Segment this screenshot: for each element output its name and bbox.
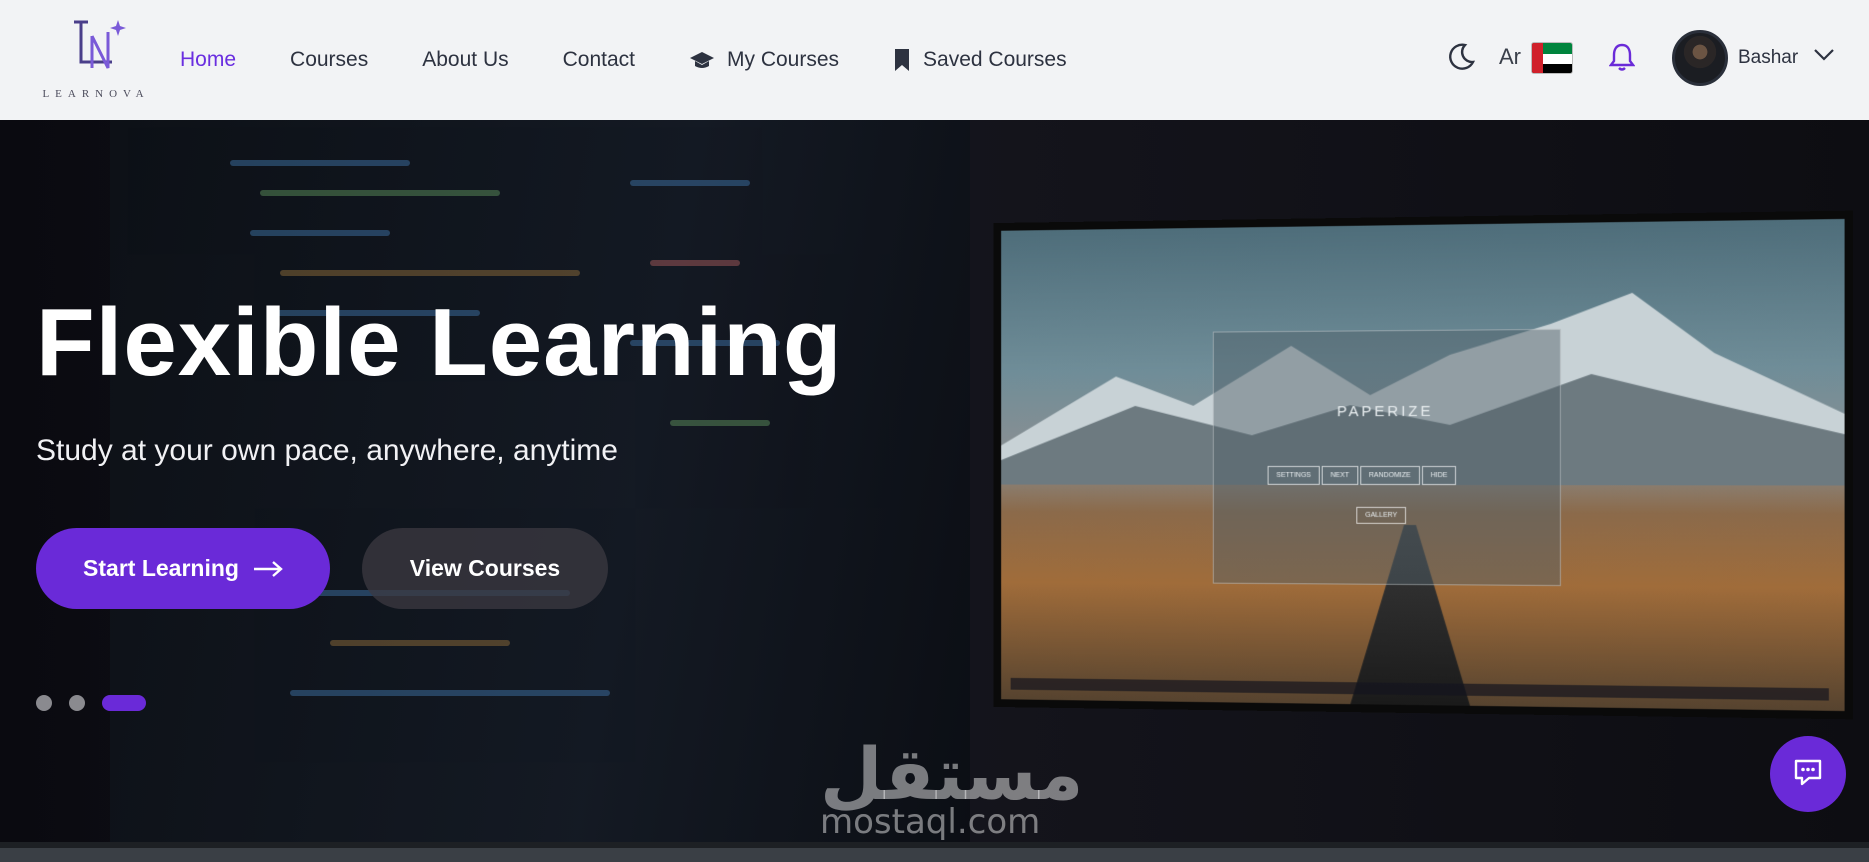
slide-dot-1[interactable] (36, 695, 52, 711)
moon-icon[interactable] (1446, 42, 1476, 77)
nav-my-courses[interactable]: My Courses (689, 48, 839, 72)
nav-my-courses-label: My Courses (727, 48, 840, 71)
top-navbar: LEARNOVA Home Courses About Us Contact M… (0, 0, 1869, 120)
hero-title: Flexible Learning (36, 289, 843, 396)
slide-dot-3[interactable] (102, 695, 146, 711)
bookmark-icon (893, 48, 911, 72)
paperize-title: PAPERIZE (1336, 402, 1434, 421)
bottom-strip (0, 842, 1869, 862)
watermark-latin: mostaql.com (820, 802, 1041, 842)
uae-flag-icon[interactable] (1531, 42, 1573, 74)
logo-wordmark: LEARNOVA (42, 88, 150, 100)
user-name[interactable]: Bashar (1738, 47, 1798, 69)
nav-saved-courses-label: Saved Courses (923, 48, 1067, 71)
paperize-randomize: RANDOMIZE (1359, 465, 1420, 486)
nav-contact[interactable]: Contact (563, 48, 635, 72)
learnova-logo[interactable]: LEARNOVA (36, 18, 156, 100)
nav-home[interactable]: Home (180, 48, 236, 72)
paperize-window: PAPERIZE SETTINGS NEXT RANDOMIZE HIDE GA… (1212, 328, 1561, 587)
slide-dot-2[interactable] (69, 695, 85, 711)
paperize-hide: HIDE (1421, 466, 1457, 486)
nav-saved-courses[interactable]: Saved Courses (893, 48, 1067, 72)
start-learning-button[interactable]: Start Learning (36, 528, 330, 609)
paperize-gallery: GALLERY (1356, 506, 1407, 524)
language-switch[interactable]: Ar (1499, 44, 1521, 70)
hero-banner: PAPERIZE SETTINGS NEXT RANDOMIZE HIDE GA… (0, 120, 1869, 842)
nav-about-us[interactable]: About Us (422, 48, 508, 72)
chat-button[interactable] (1770, 736, 1846, 812)
graduation-cap-icon (689, 50, 715, 70)
view-courses-button[interactable]: View Courses (362, 528, 608, 609)
slider-dots (36, 695, 163, 711)
chevron-down-icon[interactable] (1813, 48, 1835, 67)
paperize-buttons: SETTINGS NEXT RANDOMIZE HIDE (1267, 465, 1459, 486)
arrow-right-icon (253, 560, 283, 577)
main-nav: Home Courses About Us Contact My Courses… (180, 0, 1121, 120)
chat-icon (1793, 758, 1823, 791)
bell-icon[interactable] (1608, 42, 1636, 77)
hero-subtitle: Study at your own pace, anywhere, anytim… (36, 434, 618, 467)
paperize-next: NEXT (1321, 465, 1358, 485)
start-learning-label: Start Learning (83, 555, 239, 581)
paperize-settings: SETTINGS (1267, 465, 1320, 485)
logo-mark-icon (74, 20, 126, 69)
nav-courses[interactable]: Courses (290, 48, 368, 72)
desktop-monitor-image: PAPERIZE SETTINGS NEXT RANDOMIZE HIDE GA… (1001, 218, 1845, 712)
avatar[interactable] (1672, 30, 1728, 86)
